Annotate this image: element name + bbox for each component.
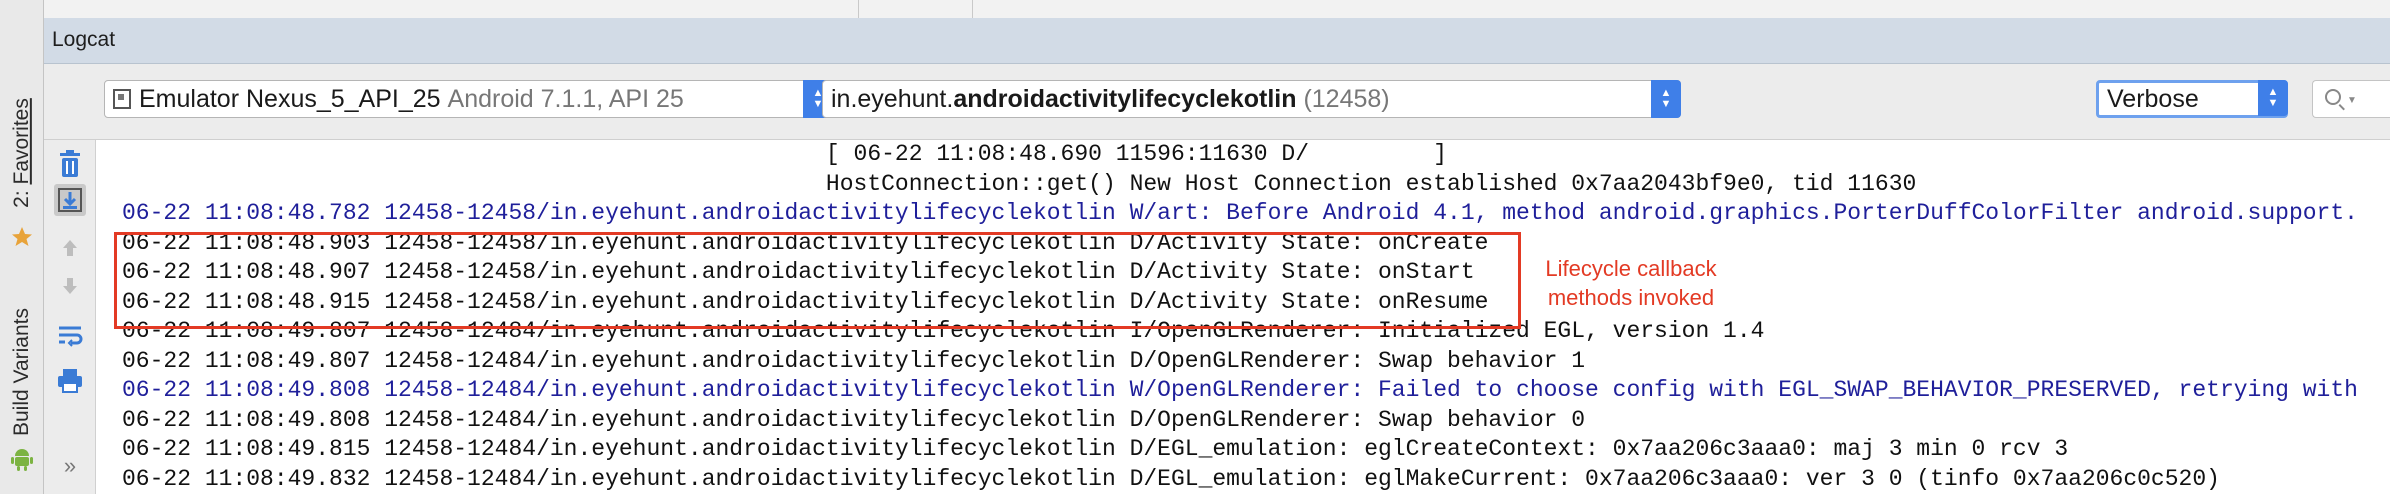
log-line: 06-22 11:08:49.815 12458-12484/in.eyehun… xyxy=(122,436,2069,462)
top-divider xyxy=(972,0,973,18)
chevron-down-icon: ▼ xyxy=(2347,95,2357,106)
annotation-callout: Lifecycle callback methods invoked xyxy=(1526,254,1736,312)
logcat-header: Logcat xyxy=(44,18,2390,64)
device-icon xyxy=(113,89,131,109)
search-icon xyxy=(2325,89,2341,105)
logcat-toolbar: Emulator Nexus_5_API_25 Android 7.1.1, A… xyxy=(44,64,2390,140)
side-tool-window-bar: 2: Favorites Build Variants xyxy=(0,0,44,494)
chevron-updown-icon: ▲ ▼ xyxy=(1651,80,1681,118)
up-arrow-icon[interactable] xyxy=(54,232,86,264)
process-pid: (12458) xyxy=(1303,85,1390,113)
soft-wrap-icon[interactable] xyxy=(54,320,86,352)
device-select[interactable]: Emulator Nexus_5_API_25 Android 7.1.1, A… xyxy=(104,80,833,118)
device-name: Emulator Nexus_5_API_25 xyxy=(139,85,441,113)
favorites-tab[interactable]: 2: Favorites xyxy=(0,78,43,228)
log-level-value: Verbose xyxy=(2107,85,2199,113)
log-level-select[interactable]: Verbose ▲ ▼ xyxy=(2096,80,2288,118)
process-name: androidactivitylifecyclekotlin xyxy=(953,85,1297,113)
process-prefix: in.eyehunt. xyxy=(831,85,954,113)
log-line: 06-22 11:08:49.807 12458-12484/in.eyehun… xyxy=(122,348,1586,374)
log-line: 06-22 11:08:49.808 12458-12484/in.eyehun… xyxy=(122,377,2358,403)
down-arrow-icon[interactable] xyxy=(54,270,86,302)
logcat-title: Logcat xyxy=(52,28,116,51)
device-detail: Android 7.1.1, API 25 xyxy=(447,85,684,113)
top-divider xyxy=(858,0,859,18)
log-line: HostConnection::get() New Host Connectio… xyxy=(122,171,1917,197)
trash-icon[interactable] xyxy=(54,148,86,180)
process-select[interactable]: in.eyehunt.androidactivitylifecyclekotli… xyxy=(822,80,1681,118)
top-strip xyxy=(44,0,2390,19)
annotation-line: Lifecycle callback xyxy=(1545,256,1717,281)
search-input[interactable]: ▼ xyxy=(2312,80,2390,118)
highlight-box xyxy=(114,232,1521,329)
log-line: 06-22 11:08:49.832 12458-12484/in.eyehun… xyxy=(122,466,2220,492)
scroll-to-end-icon[interactable] xyxy=(54,184,86,216)
android-icon xyxy=(0,444,43,474)
log-line: 06-22 11:08:48.782 12458-12458/in.eyehun… xyxy=(122,200,2358,226)
logcat-actions-bar: » xyxy=(44,140,96,494)
chevron-updown-icon: ▲ ▼ xyxy=(2258,80,2288,116)
annotation-line: methods invoked xyxy=(1547,285,1715,310)
log-line: [ 06-22 11:08:48.690 11596:11630 D/ ] xyxy=(122,141,1448,167)
build-variants-tab-label: Build Variants xyxy=(9,307,33,437)
print-icon[interactable] xyxy=(54,364,86,396)
star-icon xyxy=(0,224,43,250)
favorites-tab-label: 2: Favorites xyxy=(9,98,33,208)
log-line: 06-22 11:08:49.808 12458-12484/in.eyehun… xyxy=(122,407,1586,433)
more-icon[interactable]: » xyxy=(54,450,86,482)
build-variants-tab[interactable]: Build Variants xyxy=(0,292,43,452)
